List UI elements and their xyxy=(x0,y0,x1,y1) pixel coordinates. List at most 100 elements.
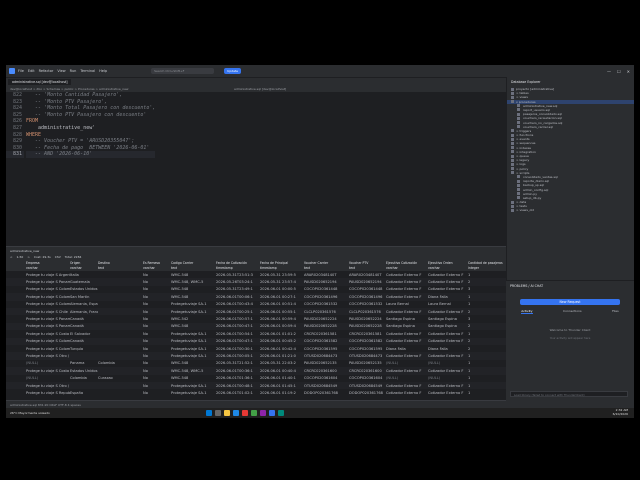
table-cell[interactable]: 1 xyxy=(468,384,506,388)
table-cell[interactable]: San Martin xyxy=(70,295,98,299)
table-cell[interactable]: PAUSD020652224 xyxy=(349,317,386,321)
table-cell[interactable]: Protege tu viaje S Colombia xyxy=(26,287,70,291)
table-cell[interactable]: Cotizador Externo F xyxy=(386,280,428,284)
table-cell[interactable]: 1 xyxy=(468,302,506,306)
table-cell[interactable]: Cotizador Externo F xyxy=(428,310,468,314)
table-cell[interactable]: Canadá xyxy=(70,339,98,343)
close-icon[interactable]: ✕ xyxy=(627,69,630,74)
table-cell[interactable]: Canadá xyxy=(70,324,98,328)
tab-files[interactable]: Files xyxy=(612,309,619,314)
table-cell[interactable]: 2026-05-26T03:24:1 xyxy=(216,280,260,284)
table-cell[interactable]: WMC-548 xyxy=(171,273,216,277)
table-cell[interactable]: 1 xyxy=(468,295,506,299)
table-cell[interactable]: Protegetuviaje SA-1 xyxy=(171,332,216,336)
table-cell[interactable]: ARAR020348140T xyxy=(349,273,386,277)
table-cell[interactable]: WMC-548 xyxy=(171,295,216,299)
table-cell[interactable]: 2026-06-01T00:47:1 xyxy=(216,324,260,328)
table-cell[interactable]: Canadá xyxy=(70,317,98,321)
table-cell[interactable]: No xyxy=(143,354,171,358)
table-cell[interactable]: Protegetuviaje SA-1 xyxy=(171,391,216,395)
table-cell[interactable]: (NULL) xyxy=(26,376,70,380)
table-cell[interactable]: 2026-06-01T01:36:1 xyxy=(216,376,260,380)
table-row[interactable]: Protege tu viaje S Otro / Mu Italia NoPro… xyxy=(6,352,506,360)
start-icon[interactable] xyxy=(206,410,212,416)
table-cell[interactable]: Cotizador Externo F xyxy=(428,287,468,291)
table-cell[interactable]: Protegetuviaje SA-1 xyxy=(171,384,216,388)
code-line[interactable]: -- Fecha de pago BETWEEN '2026-06-01' xyxy=(26,145,155,152)
table-cell[interactable]: Cotizador Externo F xyxy=(428,280,468,284)
table-cell[interactable]: WMC-548 xyxy=(171,376,216,380)
table-cell[interactable]: Diana Falla xyxy=(386,347,428,351)
table-cell[interactable]: Cotizador Externo F xyxy=(428,273,468,277)
table-cell[interactable]: 2026-06-01 00:40:4 xyxy=(260,369,304,373)
ide-icon[interactable] xyxy=(269,410,275,416)
global-search-input[interactable]: Search Ctrl+Shift+F xyxy=(151,68,215,74)
table-cell[interactable]: Estados Unidos xyxy=(70,287,98,291)
table-cell[interactable]: 2026-06-01 01:01:2 xyxy=(260,332,304,336)
table-cell[interactable]: 2026-06-01 00:45:2 xyxy=(260,339,304,343)
table-cell[interactable]: PAUSD020652194 xyxy=(304,280,349,284)
table-cell[interactable]: COCOP020361604 xyxy=(349,376,386,380)
table-cell[interactable]: 2026-06-01T00:57:1 xyxy=(216,317,260,321)
table-cell[interactable]: WMC-548 xyxy=(171,287,216,291)
results-grid[interactable]: Empresa varchar Origen varchar Destino text Es… xyxy=(6,260,506,400)
table-cell[interactable]: COCOP020361595 xyxy=(349,347,386,351)
table-cell[interactable]: 2026-05-31 22:03:2 xyxy=(260,361,304,365)
prev-page-button[interactable]: < xyxy=(10,255,13,259)
edge-icon[interactable] xyxy=(233,410,239,416)
table-cell[interactable]: Cotizador Externo F xyxy=(386,391,428,395)
table-cell[interactable]: No xyxy=(143,391,171,395)
table-cell[interactable]: 2026-06-01 01:40:1 xyxy=(260,376,304,380)
table-cell[interactable]: Turquía xyxy=(70,347,98,351)
table-cell[interactable]: Protege tu viaje S Colombia xyxy=(26,347,70,351)
table-cell[interactable]: CLCLP020361576 xyxy=(304,310,349,314)
table-cell[interactable]: PAUSD020652135 xyxy=(349,361,386,365)
table-cell[interactable]: Alemania, Francia, I xyxy=(70,310,98,314)
table-cell[interactable]: 2026-06-01T00:06:1 xyxy=(216,295,260,299)
table-row[interactable]: Protege tu viaje S ColombiaTurquía NoProt… xyxy=(6,345,506,352)
table-row[interactable]: Protege tu viaje S Costa RicaEstados Uni… xyxy=(6,367,506,375)
tree-item[interactable]: > views_old xyxy=(507,208,634,212)
column-header[interactable]: Voucher PTV xyxy=(349,261,368,265)
table-cell[interactable]: Laura Bernal xyxy=(428,302,468,306)
table-cell[interactable]: Colombia xyxy=(70,376,98,380)
update-button[interactable]: Update xyxy=(224,68,242,74)
table-cell[interactable]: (NULL) xyxy=(26,361,70,365)
table-cell[interactable]: Santiago Espina xyxy=(428,317,468,321)
table-cell[interactable]: No xyxy=(143,295,171,299)
table-row[interactable]: Protege tu viaje S Costa RicaEl Salvador… xyxy=(6,330,506,337)
table-cell[interactable]: 2026-06-01T00:47:1 xyxy=(216,339,260,343)
app-icon[interactable] xyxy=(278,410,284,416)
table-cell[interactable]: Protege tu viaje S Republica xyxy=(26,391,70,395)
table-cell[interactable]: COCOP020361604 xyxy=(304,376,349,380)
table-cell[interactable]: PAUSD020652228 xyxy=(304,324,349,328)
code-line[interactable]: -- 'Monto Total Pasajero con descuento', xyxy=(26,105,155,112)
maximize-icon[interactable]: ☐ xyxy=(617,69,621,74)
system-clock[interactable]: 2:32 AM 6/10/2026 xyxy=(613,408,628,416)
file-explorer-icon[interactable] xyxy=(224,410,230,416)
table-cell[interactable]: 1 xyxy=(468,361,506,365)
table-cell[interactable]: 2 xyxy=(468,310,506,314)
table-cell[interactable]: Alemania, España, F xyxy=(70,302,98,306)
table-cell[interactable]: 1 xyxy=(468,354,506,358)
table-row[interactable]: Protege tu viaje S ColombiaCanadá NoProte… xyxy=(6,337,506,345)
table-row[interactable]: Protege tu viaje S ChileAlemania, Franci… xyxy=(6,308,506,316)
column-header[interactable]: Es Remesa xyxy=(143,261,160,265)
menu-file[interactable]: File xyxy=(18,69,24,73)
table-row[interactable]: Protege tu viaje S Panama Canadá No WMC-542… xyxy=(6,315,506,322)
next-page-button[interactable]: > xyxy=(27,255,30,259)
column-header[interactable]: Codigo Carrier xyxy=(171,261,193,265)
minimize-icon[interactable]: — xyxy=(607,69,611,74)
table-cell[interactable]: OTUSD020684549 xyxy=(304,384,349,388)
table-cell[interactable]: Cotizador Externo F xyxy=(386,287,428,291)
code-line[interactable]: -- Voucher PTV = 'ARUSD20355047'; xyxy=(26,138,155,145)
table-cell[interactable]: No xyxy=(143,317,171,321)
table-cell[interactable]: Cotizador Externo F xyxy=(386,332,428,336)
table-cell[interactable]: 2026-06-01 00:59:4 xyxy=(260,317,304,321)
table-cell[interactable]: 2026-06-01 01:21:0 xyxy=(260,354,304,358)
table-cell[interactable]: 2026-05-31 23:59:5 xyxy=(260,273,304,277)
page-range[interactable]: 1-50 xyxy=(17,255,24,259)
query-context[interactable]: administrative.sql [dev@localhost] xyxy=(234,87,286,91)
app-logo-icon[interactable] xyxy=(9,68,15,74)
table-cell[interactable]: Protege tu viaje S Panama xyxy=(26,317,70,321)
